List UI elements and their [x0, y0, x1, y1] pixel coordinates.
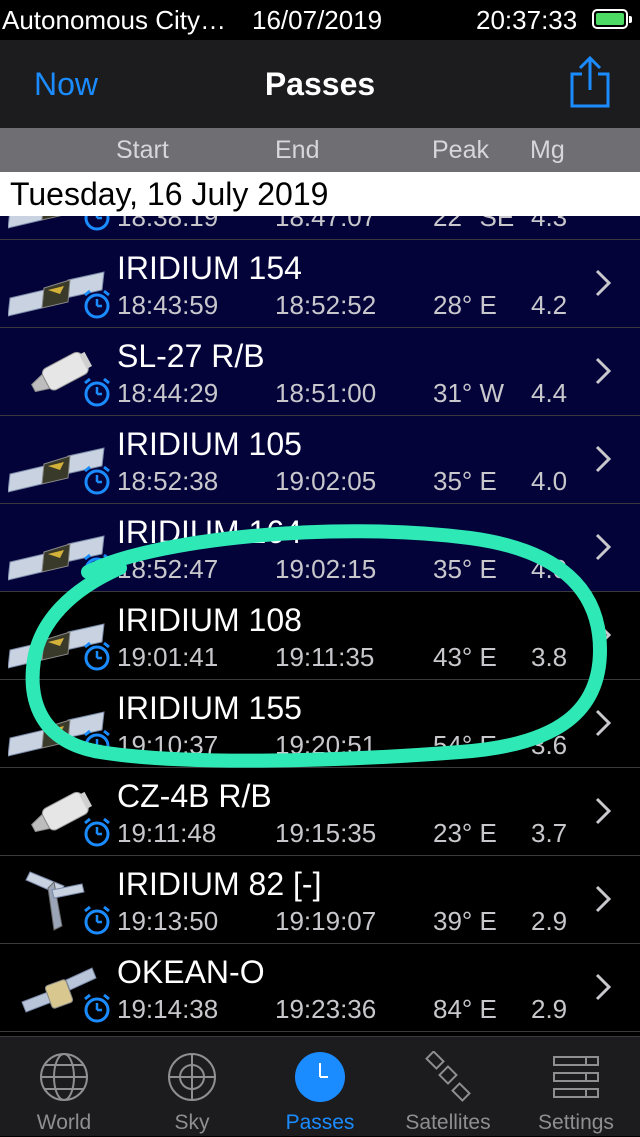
pass-row[interactable]: IRIDIUM 108 19:01:41 19:11:35 43° E 3.8: [0, 592, 640, 680]
tab-sky[interactable]: Sky: [128, 1037, 256, 1137]
pass-start-time: 19:14:38: [117, 994, 219, 1024]
pass-magnitude: 4.0: [531, 554, 568, 584]
alarm-icon[interactable]: [82, 464, 112, 496]
tab-bar: World Sky Passes Satellites Settings: [0, 1036, 640, 1136]
tab-satellites[interactable]: Satellites: [384, 1037, 512, 1137]
pass-row[interactable]: IRIDIUM 155 19:10:37 19:20:51 54° E 3.6: [0, 680, 640, 768]
alarm-icon[interactable]: [82, 288, 112, 320]
tab-passes[interactable]: Passes: [256, 1037, 384, 1137]
chevron-right-icon: [594, 884, 612, 914]
pass-end-time: 18:51:00: [275, 378, 377, 408]
alarm-icon[interactable]: [82, 552, 112, 584]
pass-peak: 35° E: [433, 466, 497, 496]
pass-satellite-name: IRIDIUM 164: [117, 514, 302, 550]
column-end: End: [275, 136, 320, 164]
tab-label: Passes: [285, 1111, 355, 1134]
alarm-icon[interactable]: [82, 992, 112, 1024]
alarm-icon[interactable]: [82, 728, 112, 760]
pass-peak: 35° E: [433, 554, 497, 584]
pass-magnitude: 3.6: [531, 730, 568, 760]
pass-peak: 84° E: [433, 994, 497, 1024]
pass-end-time: 19:20:51: [275, 730, 377, 760]
pass-magnitude: 2.9: [531, 906, 568, 936]
pass-satellite-name: IRIDIUM 82 [-]: [117, 866, 322, 902]
pass-row[interactable]: IRIDIUM 82 [-] 19:13:50 19:19:07 39° E 2.9: [0, 856, 640, 944]
pass-end-time: 19:02:15: [275, 554, 377, 584]
pass-start-time: 18:44:29: [117, 378, 219, 408]
share-icon[interactable]: [566, 54, 614, 110]
pass-peak: 43° E: [433, 642, 497, 672]
pass-satellite-name: CZ-4B R/B: [117, 778, 272, 814]
pass-row[interactable]: IRIDIUM 154 18:43:59 18:52:52 28° E 4.2: [0, 240, 640, 328]
pass-start-time: 18:43:59: [117, 290, 219, 320]
tab-world[interactable]: World: [0, 1037, 128, 1137]
pass-satellite-name: IRIDIUM 105: [117, 426, 302, 462]
pass-peak: 54° E: [433, 730, 497, 760]
pass-start-time: 18:52:38: [117, 466, 219, 496]
status-bar: Autonomous City… 16/07/2019 20:37:33: [0, 0, 640, 40]
pass-magnitude: 2.9: [531, 994, 568, 1024]
pass-row[interactable]: OKEAN-O 19:14:38 19:23:36 84° E 2.9: [0, 944, 640, 1032]
pass-magnitude: 4.2: [531, 290, 568, 320]
pass-end-time: 19:19:07: [275, 906, 377, 936]
chevron-right-icon: [594, 708, 612, 738]
pass-start-time: 19:13:50: [117, 906, 219, 936]
chevron-right-icon: [594, 796, 612, 826]
status-date: 16/07/2019: [252, 5, 383, 35]
chevron-right-icon: [594, 620, 612, 650]
tab-label: Satellites: [405, 1111, 491, 1134]
battery-icon: [592, 9, 632, 29]
column-peak: Peak: [432, 136, 489, 164]
pass-magnitude: 4.4: [531, 378, 568, 408]
alarm-icon[interactable]: [82, 376, 112, 408]
date-section-header: Tuesday, 16 July 2019: [0, 172, 640, 216]
chevron-right-icon: [594, 444, 612, 474]
pass-peak: 23° E: [433, 818, 497, 848]
pass-end-time: 19:23:36: [275, 994, 377, 1024]
status-time: 20:37:33: [476, 5, 578, 35]
pass-row[interactable]: CZ-4B R/B 19:11:48 19:15:35 23° E 3.7: [0, 768, 640, 856]
column-start: Start: [116, 136, 169, 164]
chevron-right-icon: [594, 268, 612, 298]
pass-magnitude: 3.7: [531, 818, 568, 848]
pass-list[interactable]: 18:38:19 18:47:07 22° SE 4.3 IRIDIUM 154 18:4…: [0, 152, 640, 1032]
pass-satellite-name: IRIDIUM 155: [117, 690, 302, 726]
tab-settings[interactable]: Settings: [512, 1037, 640, 1137]
pass-peak: 31° W: [433, 378, 505, 408]
chevron-right-icon: [594, 532, 612, 562]
nav-bar: Now Passes: [0, 40, 640, 128]
pass-end-time: 19:02:05: [275, 466, 377, 496]
pass-row[interactable]: SL-27 R/B 18:44:29 18:51:00 31° W 4.4: [0, 328, 640, 416]
page-title: Passes: [264, 66, 376, 102]
pass-satellite-name: IRIDIUM 154: [117, 250, 302, 286]
pass-start-time: 19:10:37: [117, 730, 219, 760]
tab-label: Settings: [538, 1111, 614, 1134]
pass-row[interactable]: IRIDIUM 164 18:52:47 19:02:15 35° E 4.0: [0, 504, 640, 592]
pass-end-time: 19:11:35: [275, 642, 375, 672]
alarm-icon[interactable]: [82, 904, 112, 936]
column-mag: Mg: [530, 136, 565, 164]
tab-label: Sky: [174, 1111, 210, 1134]
tab-label: World: [36, 1111, 92, 1134]
pass-end-time: 19:15:35: [275, 818, 377, 848]
pass-satellite-name: SL-27 R/B: [117, 338, 265, 374]
pass-end-time: 18:52:52: [275, 290, 377, 320]
alarm-icon[interactable]: [82, 816, 112, 848]
status-location: Autonomous City…: [2, 5, 226, 35]
pass-start-time: 18:52:47: [117, 554, 219, 584]
pass-peak: 39° E: [433, 906, 497, 936]
column-header: Start End Peak Mg: [0, 128, 640, 172]
date-section-label: Tuesday, 16 July 2019: [10, 176, 329, 212]
pass-magnitude: 4.0: [531, 466, 568, 496]
pass-peak: 28° E: [433, 290, 497, 320]
pass-satellite-name: IRIDIUM 108: [117, 602, 302, 638]
alarm-icon[interactable]: [82, 640, 112, 672]
pass-start-time: 19:01:41: [117, 642, 219, 672]
pass-satellite-name: OKEAN-O: [117, 954, 265, 990]
chevron-right-icon: [594, 972, 612, 1002]
chevron-right-icon: [594, 356, 612, 386]
pass-row[interactable]: IRIDIUM 105 18:52:38 19:02:05 35° E 4.0: [0, 416, 640, 504]
pass-magnitude: 3.8: [531, 642, 568, 672]
pass-start-time: 19:11:48: [117, 818, 217, 848]
